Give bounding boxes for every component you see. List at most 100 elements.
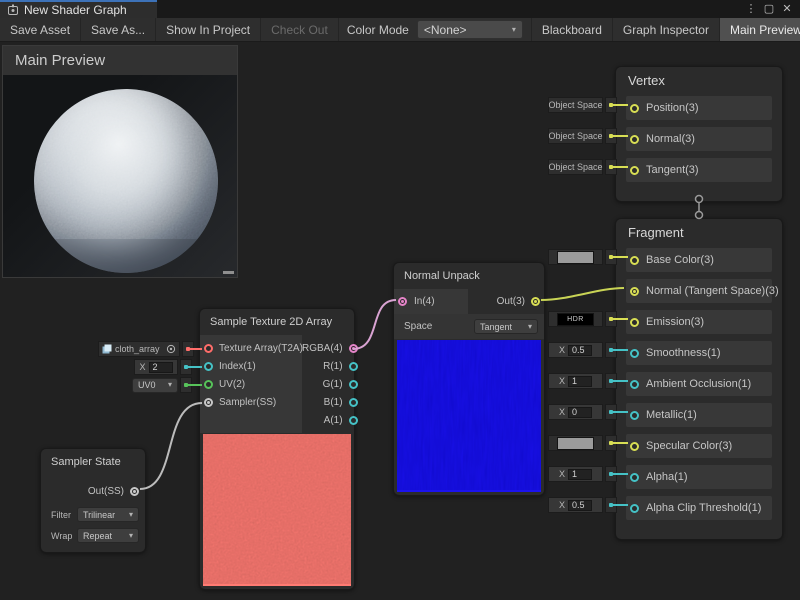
normal-tangent-space-port[interactable] xyxy=(630,287,639,296)
main-preview-header[interactable]: Main Preview xyxy=(3,46,237,75)
metallic-port[interactable] xyxy=(630,411,639,420)
slot-label: B(1) xyxy=(324,397,343,408)
edge-sampler-state-to-sampler[interactable] xyxy=(140,403,202,489)
normal-binding-widget: Object Space xyxy=(548,128,617,144)
uv-channel-dropdown[interactable]: UV0 ▾ xyxy=(132,378,178,393)
slot-label: Base Color(3) xyxy=(646,254,714,266)
wrap-label: Wrap xyxy=(51,531,72,541)
fragment-node[interactable]: Fragment Base Color(3) Normal (Tangent S… xyxy=(615,218,783,540)
uv-port[interactable] xyxy=(204,380,213,389)
b-port[interactable] xyxy=(349,398,358,407)
slot-label: Tangent(3) xyxy=(646,164,699,176)
color-mode-dropdown[interactable]: <None> ▾ xyxy=(417,20,523,39)
show-in-project-button[interactable]: Show In Project xyxy=(156,18,261,41)
emission-port[interactable] xyxy=(630,318,639,327)
sampler-state-node[interactable]: Sampler State Out(SS) Filter Trilinear ▾… xyxy=(40,448,146,553)
out-ss-port[interactable] xyxy=(130,487,139,496)
index-port[interactable] xyxy=(204,362,213,371)
sample-texture-2d-array-node[interactable]: Sample Texture 2D Array Texture Array(T2… xyxy=(199,308,355,590)
shader-graph-icon xyxy=(7,4,19,16)
metallic-value-field[interactable]: 0 xyxy=(568,407,592,418)
sampler-state-output: Out(SS) xyxy=(41,475,145,502)
base-color-port[interactable] xyxy=(630,256,639,265)
alpha-clip-threshold-port[interactable] xyxy=(630,504,639,513)
color-mode-label: Color Mode xyxy=(339,18,417,41)
window-controls: ⋮ ▢ ✕ xyxy=(744,0,800,18)
sample-output-column: RGBA(4) R(1) G(1) B(1) A(1) xyxy=(302,335,362,433)
tab-new-shader-graph[interactable]: New Shader Graph xyxy=(0,0,157,18)
vector3-dot-icon xyxy=(609,103,613,107)
rgba-port[interactable] xyxy=(349,344,358,353)
ambient-occlusion-value-field[interactable]: 1 xyxy=(568,376,592,387)
fragment-slot-alpha: Alpha(1) xyxy=(626,465,772,489)
output-a: A(1) xyxy=(324,412,360,428)
menu-icon[interactable]: ⋮ xyxy=(744,1,758,17)
texture-array-port[interactable] xyxy=(204,344,213,353)
slot-label: A(1) xyxy=(324,415,343,426)
vector3-dot-icon xyxy=(609,441,613,445)
slot-label: Normal (Tangent Space)(3) xyxy=(646,285,779,297)
vector1-dot-icon xyxy=(184,365,188,369)
space-dropdown[interactable]: Tangent ▾ xyxy=(474,319,538,334)
filter-dropdown[interactable]: Trilinear ▾ xyxy=(77,507,139,522)
fragment-slot-alpha-clip: Alpha Clip Threshold(1) xyxy=(626,496,772,520)
fragment-slot-emission: Emission(3) xyxy=(626,310,772,334)
slot-label: Ambient Occlusion(1) xyxy=(646,378,751,390)
maximize-icon[interactable]: ▢ xyxy=(762,1,776,17)
output-g: G(1) xyxy=(323,376,360,392)
graph-inspector-toggle-button[interactable]: Graph Inspector xyxy=(612,18,719,41)
output-b: B(1) xyxy=(324,394,360,410)
tab-title: New Shader Graph xyxy=(24,3,127,17)
alpha-port[interactable] xyxy=(630,473,639,482)
out-port[interactable] xyxy=(531,297,540,306)
position-binding-widget: Object Space xyxy=(548,97,617,113)
shader-graph-window: New Shader Graph ⋮ ▢ ✕ Save Asset Save A… xyxy=(0,0,800,600)
sampler-port[interactable] xyxy=(204,398,213,407)
normal-port[interactable] xyxy=(630,135,639,144)
in-port[interactable] xyxy=(398,297,407,306)
index-value-field[interactable]: 2 xyxy=(149,362,173,373)
filter-label: Filter xyxy=(51,510,71,520)
edge-out-to-normal-tangent-space[interactable] xyxy=(541,288,624,300)
binding-label: Object Space xyxy=(548,97,603,113)
main-preview-title: Main Preview xyxy=(15,52,105,69)
smoothness-port[interactable] xyxy=(630,349,639,358)
slot-label: Specular Color(3) xyxy=(646,440,732,452)
close-icon[interactable]: ✕ xyxy=(780,1,794,17)
slot-label: R(1) xyxy=(323,361,342,372)
save-asset-button[interactable]: Save Asset xyxy=(0,18,81,41)
base-color-widget xyxy=(548,249,617,265)
blackboard-toggle-button[interactable]: Blackboard xyxy=(531,18,612,41)
vertex-node[interactable]: Vertex Position(3) Normal(3) Tangent(3) xyxy=(615,66,783,202)
tangent-port[interactable] xyxy=(630,166,639,175)
alpha-clip-value-field[interactable]: 0.5 xyxy=(568,500,592,511)
save-as-button[interactable]: Save As... xyxy=(81,18,156,41)
output-r: R(1) xyxy=(323,358,359,374)
a-port[interactable] xyxy=(349,416,358,425)
vector1-dot-icon xyxy=(609,348,613,352)
vertex-slot-normal: Normal(3) xyxy=(626,127,772,151)
wrap-dropdown[interactable]: Repeat ▾ xyxy=(77,528,139,543)
color-swatch[interactable] xyxy=(557,437,594,450)
texture-array-widget: cloth_array xyxy=(98,341,194,357)
g-port[interactable] xyxy=(349,380,358,389)
hdr-color-swatch[interactable]: HDR xyxy=(557,313,594,326)
vector3-dot-icon xyxy=(609,317,613,321)
normal-unpack-node[interactable]: Normal Unpack In(4) Out(3) Space Tangent… xyxy=(393,262,545,496)
specular-color-port[interactable] xyxy=(630,442,639,451)
slot-label: Alpha(1) xyxy=(646,471,688,483)
smoothness-value-field[interactable]: 0.5 xyxy=(568,345,592,356)
position-port[interactable] xyxy=(630,104,639,113)
input-sampler: Sampler(SS) xyxy=(200,394,302,410)
vector3-dot-icon xyxy=(609,255,613,259)
panel-resize-handle[interactable] xyxy=(223,271,234,274)
main-preview-toggle-button[interactable]: Main Preview xyxy=(719,18,800,41)
alpha-clip-widget: X 0.5 xyxy=(548,497,617,513)
ambient-occlusion-port[interactable] xyxy=(630,380,639,389)
object-picker-icon[interactable] xyxy=(166,344,176,354)
color-swatch[interactable] xyxy=(557,251,594,264)
r-port[interactable] xyxy=(349,362,358,371)
vector1-dot-icon xyxy=(609,379,613,383)
alpha-value-field[interactable]: 1 xyxy=(568,469,592,480)
binding-label: Object Space xyxy=(548,128,603,144)
